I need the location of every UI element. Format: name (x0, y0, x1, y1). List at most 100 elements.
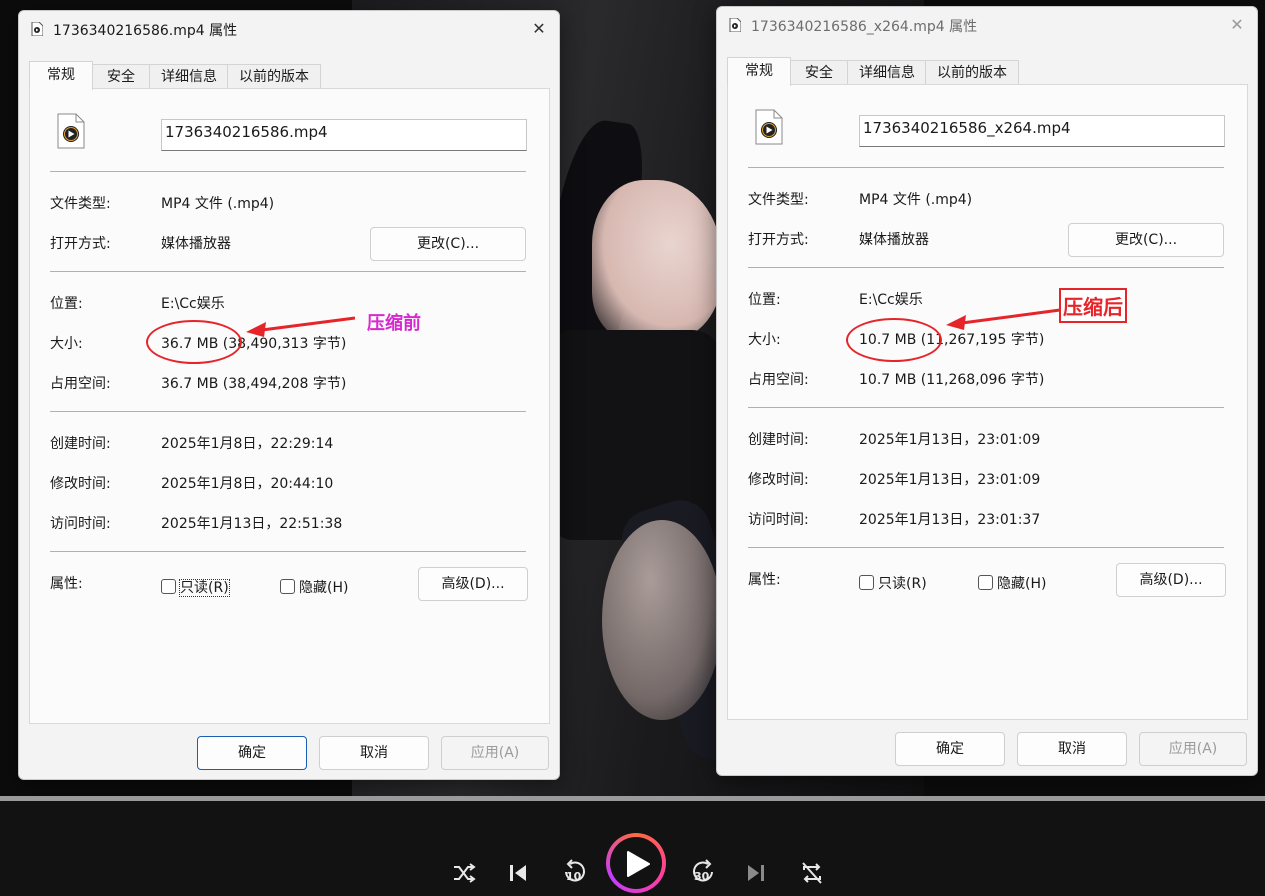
tab-details[interactable]: 详细信息 (149, 64, 229, 89)
created-label: 创建时间: (748, 432, 809, 448)
tab-general[interactable]: 常规 (727, 57, 791, 86)
hidden-checkbox[interactable]: 隐藏(H) (978, 573, 1046, 593)
properties-dialog-original: 1736340216586.mp4 属性 ✕ 常规 安全 详细信息 以前的版本 … (18, 10, 560, 780)
advanced-button[interactable]: 高级(D)... (418, 567, 528, 601)
attributes-label: 属性: (50, 576, 83, 592)
modified-value: 2025年1月8日，20:44:10 (161, 476, 334, 492)
checkbox-box[interactable] (859, 575, 874, 590)
apply-button[interactable]: 应用(A) (1139, 732, 1247, 766)
readonly-label: 只读(R) (878, 576, 927, 592)
separator (748, 267, 1224, 268)
tab-general[interactable]: 常规 (29, 61, 93, 90)
annotation-after-label: 压缩后 (1059, 288, 1127, 323)
file-type-value: MP4 文件 (.mp4) (161, 196, 275, 212)
separator (50, 411, 526, 412)
title-bar[interactable]: 1736340216586.mp4 属性 ✕ (19, 11, 559, 45)
close-icon[interactable]: ✕ (1223, 11, 1251, 39)
annotation-circle-before (146, 320, 242, 364)
readonly-label: 只读(R) (179, 579, 230, 597)
separator (748, 167, 1224, 168)
close-icon[interactable]: ✕ (525, 15, 553, 43)
hidden-label: 隐藏(H) (299, 580, 349, 596)
advanced-button[interactable]: 高级(D)... (1116, 563, 1226, 597)
attributes-label: 属性: (748, 572, 781, 588)
window-title: 1736340216586_x264.mp4 属性 (751, 19, 978, 35)
tab-security[interactable]: 安全 (91, 64, 151, 89)
checkbox-box[interactable] (978, 575, 993, 590)
accessed-label: 访问时间: (50, 516, 111, 532)
hidden-checkbox[interactable]: 隐藏(H) (280, 577, 348, 597)
tab-security[interactable]: 安全 (789, 60, 849, 85)
rewind-seconds: 10 (566, 870, 582, 883)
shuffle-icon[interactable] (452, 862, 476, 884)
annotation-before-label: 压缩前 (367, 313, 421, 334)
location-label: 位置: (748, 292, 781, 308)
size-on-disk-label: 占用空间: (748, 372, 809, 388)
separator (50, 271, 526, 272)
location-label: 位置: (50, 296, 83, 312)
video-shoulder (592, 180, 722, 340)
properties-dialog-compressed: 1736340216586_x264.mp4 属性 ✕ 常规 安全 详细信息 以… (716, 6, 1258, 776)
tab-previous-versions[interactable]: 以前的版本 (925, 60, 1019, 85)
ok-button[interactable]: 确定 (895, 732, 1005, 766)
accessed-value: 2025年1月13日，23:01:37 (859, 512, 1041, 528)
play-button[interactable] (606, 833, 666, 893)
open-with-value: 媒体播放器 (161, 236, 231, 252)
video-file-large-icon (57, 113, 85, 149)
location-value: E:\Cc娱乐 (161, 296, 225, 312)
ok-button[interactable]: 确定 (197, 736, 307, 770)
hidden-label: 隐藏(H) (997, 576, 1047, 592)
title-bar[interactable]: 1736340216586_x264.mp4 属性 ✕ (717, 7, 1257, 41)
general-pane: 1736340216586.mp4 文件类型: MP4 文件 (.mp4) 打开… (29, 88, 550, 724)
file-type-label: 文件类型: (748, 192, 809, 208)
file-type-value: MP4 文件 (.mp4) (859, 192, 973, 208)
tab-details[interactable]: 详细信息 (847, 60, 927, 85)
separator (50, 171, 526, 172)
size-on-disk-label: 占用空间: (50, 376, 111, 392)
annotation-arrow-before (246, 316, 356, 337)
tab-previous-versions[interactable]: 以前的版本 (227, 64, 321, 89)
general-pane: 1736340216586_x264.mp4 文件类型: MP4 文件 (.mp… (727, 84, 1248, 720)
separator (50, 551, 526, 552)
accessed-label: 访问时间: (748, 512, 809, 528)
open-with-label: 打开方式: (748, 232, 809, 248)
forward-seconds: 30 (694, 870, 710, 883)
filename-field[interactable]: 1736340216586.mp4 (161, 119, 527, 151)
open-with-value: 媒体播放器 (859, 232, 929, 248)
size-on-disk-value: 36.7 MB (38,494,208 字节) (161, 376, 347, 392)
video-file-icon (31, 22, 43, 36)
file-type-label: 文件类型: (50, 196, 111, 212)
repeat-off-icon[interactable] (800, 860, 824, 886)
location-value: E:\Cc娱乐 (859, 292, 923, 308)
separator (748, 407, 1224, 408)
cancel-button[interactable]: 取消 (319, 736, 429, 770)
next-icon[interactable] (746, 862, 766, 884)
size-on-disk-value: 10.7 MB (11,268,096 字节) (859, 372, 1045, 388)
change-button[interactable]: 更改(C)... (1068, 223, 1224, 257)
created-value: 2025年1月13日，23:01:09 (859, 432, 1041, 448)
video-file-large-icon (755, 109, 783, 145)
annotation-circle-after (846, 318, 942, 362)
size-label: 大小: (50, 336, 83, 352)
video-file-icon (729, 18, 741, 32)
video-knee (602, 520, 722, 720)
checkbox-box[interactable] (280, 579, 295, 594)
filename-field[interactable]: 1736340216586_x264.mp4 (859, 115, 1225, 147)
created-label: 创建时间: (50, 436, 111, 452)
separator (748, 547, 1224, 548)
modified-value: 2025年1月13日，23:01:09 (859, 472, 1041, 488)
accessed-value: 2025年1月13日，22:51:38 (161, 516, 343, 532)
cancel-button[interactable]: 取消 (1017, 732, 1127, 766)
readonly-checkbox[interactable]: 只读(R) (161, 577, 230, 597)
annotation-arrow-after (946, 308, 1061, 330)
play-icon (627, 851, 650, 877)
readonly-checkbox[interactable]: 只读(R) (859, 573, 927, 593)
open-with-label: 打开方式: (50, 236, 111, 252)
modified-label: 修改时间: (50, 476, 111, 492)
checkbox-box[interactable] (161, 579, 176, 594)
previous-icon[interactable] (508, 862, 528, 884)
created-value: 2025年1月8日，22:29:14 (161, 436, 334, 452)
change-button[interactable]: 更改(C)... (370, 227, 526, 261)
window-title: 1736340216586.mp4 属性 (53, 23, 238, 39)
apply-button[interactable]: 应用(A) (441, 736, 549, 770)
